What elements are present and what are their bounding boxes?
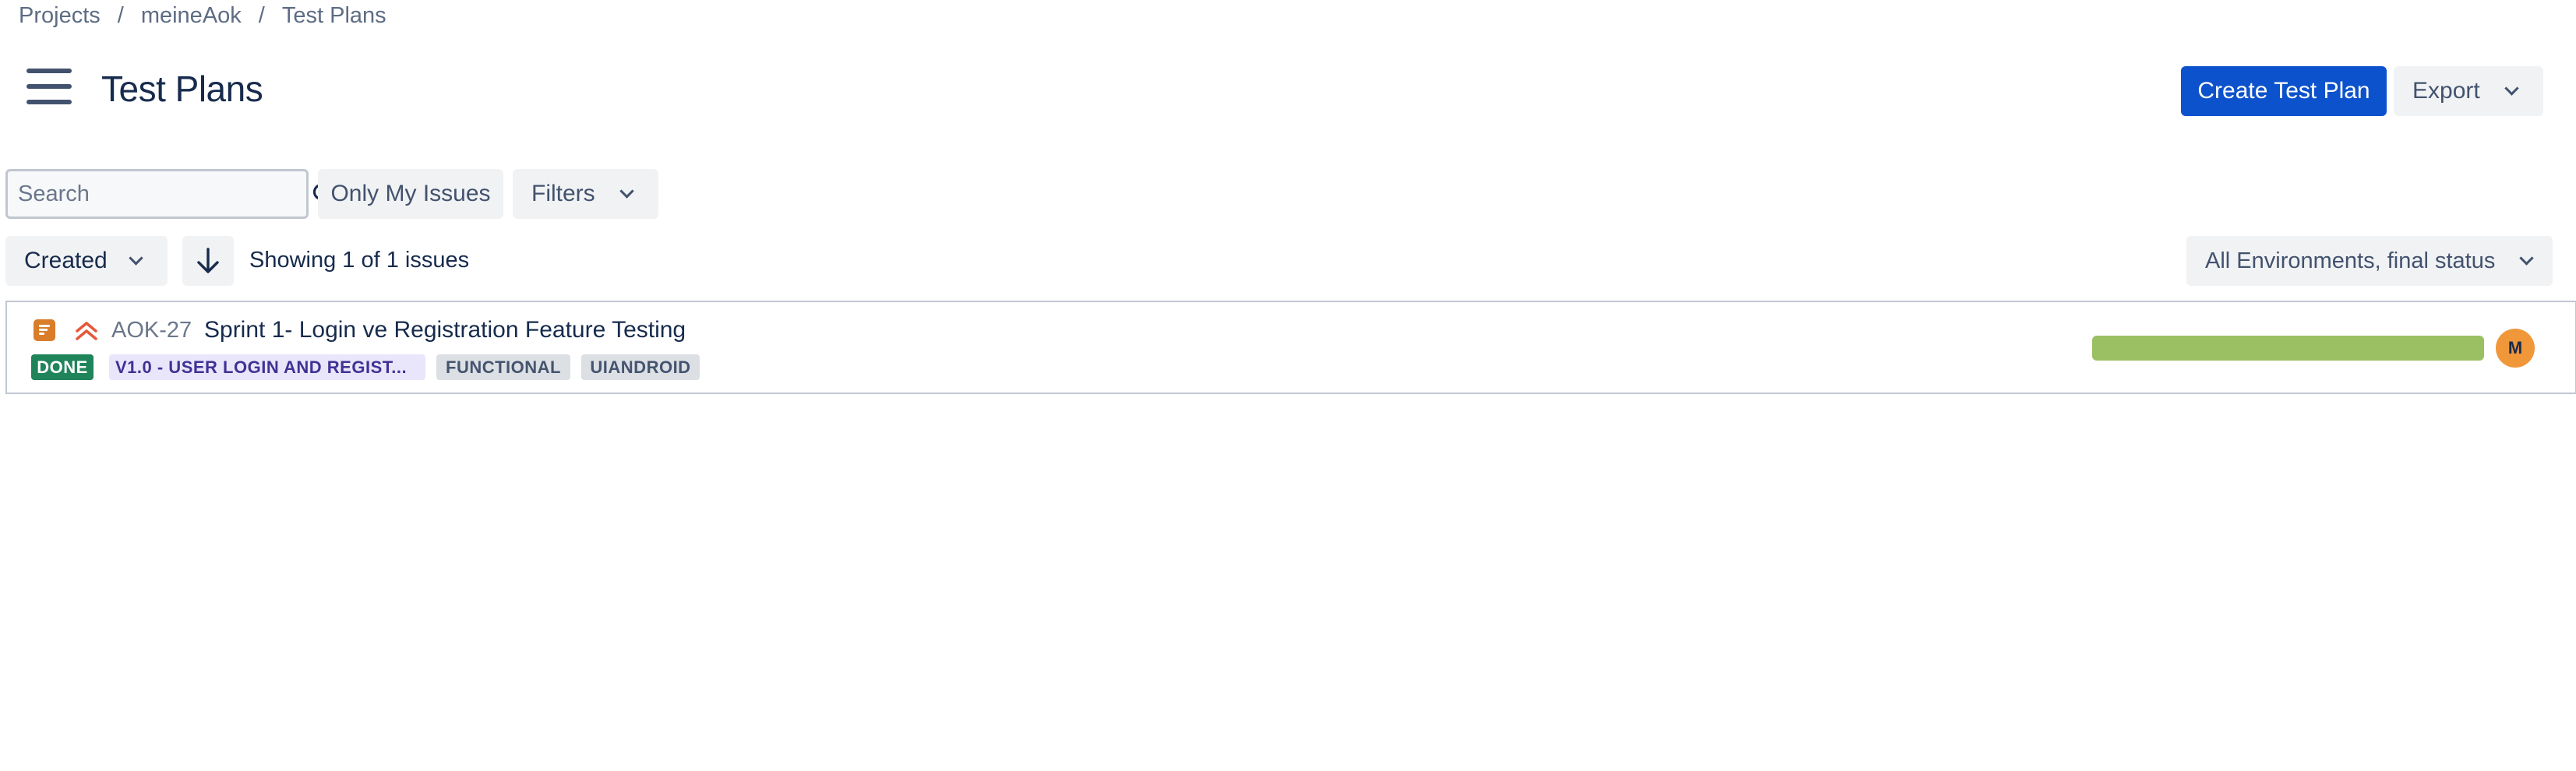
label-lozenge: UIANDROID <box>581 354 700 380</box>
hamburger-bar <box>26 69 72 73</box>
hamburger-menu-icon[interactable] <box>26 69 72 104</box>
only-my-issues-label: Only My Issues <box>330 181 491 206</box>
chevron-down-icon <box>2504 80 2519 96</box>
results-count: Showing 1 of 1 issues <box>249 248 470 273</box>
breadcrumb-separator: / <box>117 2 124 28</box>
environment-select-label: All Environments, final status <box>2205 248 2496 273</box>
sort-direction-button[interactable] <box>182 236 234 286</box>
sort-field-label: Created <box>24 248 108 273</box>
issue-row[interactable]: AOK-27 Sprint 1- Login ve Registration F… <box>5 301 2576 394</box>
only-my-issues-button[interactable]: Only My Issues <box>318 169 503 219</box>
create-test-plan-label: Create Test Plan <box>2197 78 2370 104</box>
filters-button[interactable]: Filters <box>513 169 658 219</box>
test-plan-icon <box>34 319 55 341</box>
label-lozenge: FUNCTIONAL <box>436 354 570 380</box>
chevron-down-icon <box>2519 250 2535 266</box>
arrow-down-icon <box>197 248 219 273</box>
chevron-down-icon <box>129 250 143 266</box>
breadcrumb: Projects / meineAok / Test Plans <box>19 2 386 30</box>
create-test-plan-button[interactable]: Create Test Plan <box>2181 66 2387 116</box>
search-field <box>5 169 334 219</box>
issue-summary[interactable]: Sprint 1- Login ve Registration Feature … <box>204 316 686 344</box>
test-progress-bar <box>2092 336 2484 361</box>
priority-highest-icon <box>76 322 97 340</box>
sort-field-dropdown[interactable]: Created <box>5 236 168 286</box>
environment-select[interactable]: All Environments, final status <box>2186 236 2553 286</box>
breadcrumb-test-plans[interactable]: Test Plans <box>282 3 386 29</box>
hamburger-bar <box>26 84 72 89</box>
avatar[interactable]: M <box>2496 329 2535 368</box>
issue-key[interactable]: AOK-27 <box>111 316 192 344</box>
filters-label: Filters <box>531 181 595 206</box>
search-input[interactable] <box>8 171 312 217</box>
page-title: Test Plans <box>101 69 263 109</box>
breadcrumb-project-meineaok[interactable]: meineAok <box>141 3 242 29</box>
test-progress-fill <box>2092 336 2484 361</box>
status-badge: DONE <box>31 354 94 380</box>
hamburger-bar <box>26 100 72 104</box>
breadcrumb-projects[interactable]: Projects <box>19 3 101 29</box>
export-label: Export <box>2412 78 2480 104</box>
chevron-down-icon <box>619 183 634 199</box>
export-button[interactable]: Export <box>2394 66 2543 116</box>
fix-version-lozenge: V1.0 - USER LOGIN AND REGIST... <box>109 354 425 380</box>
breadcrumb-separator: / <box>258 2 265 28</box>
